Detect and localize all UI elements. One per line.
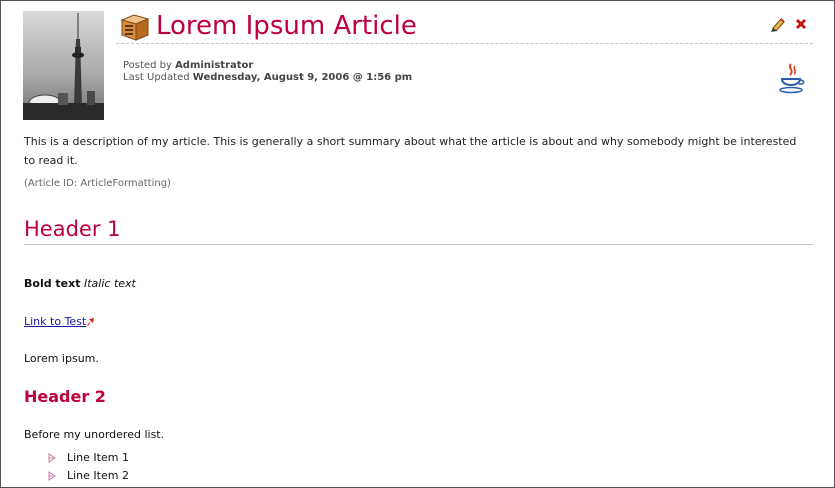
- article-title-row: Lorem Ipsum Article: [116, 9, 813, 44]
- before-list-paragraph: Before my unordered list.: [24, 428, 165, 441]
- article-id: (Article ID: ArticleFormatting): [24, 178, 171, 189]
- arrow-bullet-icon: [48, 471, 56, 481]
- article-title: Lorem Ipsum Article: [156, 11, 417, 41]
- test-link-line: Link to Test: [24, 315, 95, 328]
- external-link-arrow-icon: [86, 316, 95, 326]
- list-item: Line Item 1: [48, 451, 129, 469]
- header-1-divider: [24, 244, 813, 245]
- posted-by-label: Posted by: [123, 60, 172, 71]
- article-meta: Posted by Administrator Last Updated Wed…: [123, 60, 412, 84]
- last-updated-date: Wednesday, August 9, 2006 @ 1:56 pm: [192, 72, 413, 83]
- article-description: This is a description of my article. Thi…: [24, 135, 797, 167]
- header-1: Header 1: [24, 217, 121, 241]
- red-x-delete-icon[interactable]: [794, 17, 808, 31]
- article-thumbnail-image: [23, 11, 104, 120]
- list-item-label: Line Item 2: [67, 469, 129, 482]
- last-updated-line: Last Updated Wednesday, August 9, 2006 @…: [123, 72, 412, 84]
- lorem-paragraph: Lorem ipsum.: [24, 352, 99, 365]
- bold-text: Bold text: [24, 277, 81, 290]
- header-2: Header 2: [24, 387, 106, 406]
- list-item-label: Line Item 1: [67, 451, 129, 464]
- unordered-list: Line Item 1 Line Item 2: [48, 451, 129, 487]
- article-box-icon: [118, 12, 152, 42]
- posted-by-line: Posted by Administrator: [123, 60, 412, 72]
- author-name: Administrator: [175, 60, 254, 71]
- article-panel: Lorem Ipsum Article Posted by Administra…: [0, 0, 835, 488]
- arrow-bullet-icon: [48, 453, 56, 463]
- list-item: Line Item 2: [48, 469, 129, 487]
- pencil-edit-icon[interactable]: [770, 16, 786, 32]
- link-to-test[interactable]: Link to Test: [24, 315, 86, 328]
- java-cup-icon: [777, 62, 807, 94]
- italic-text: Italic text: [84, 277, 136, 290]
- last-updated-label: Last Updated: [123, 72, 190, 83]
- formatted-text-line: Bold text Italic text: [24, 277, 136, 290]
